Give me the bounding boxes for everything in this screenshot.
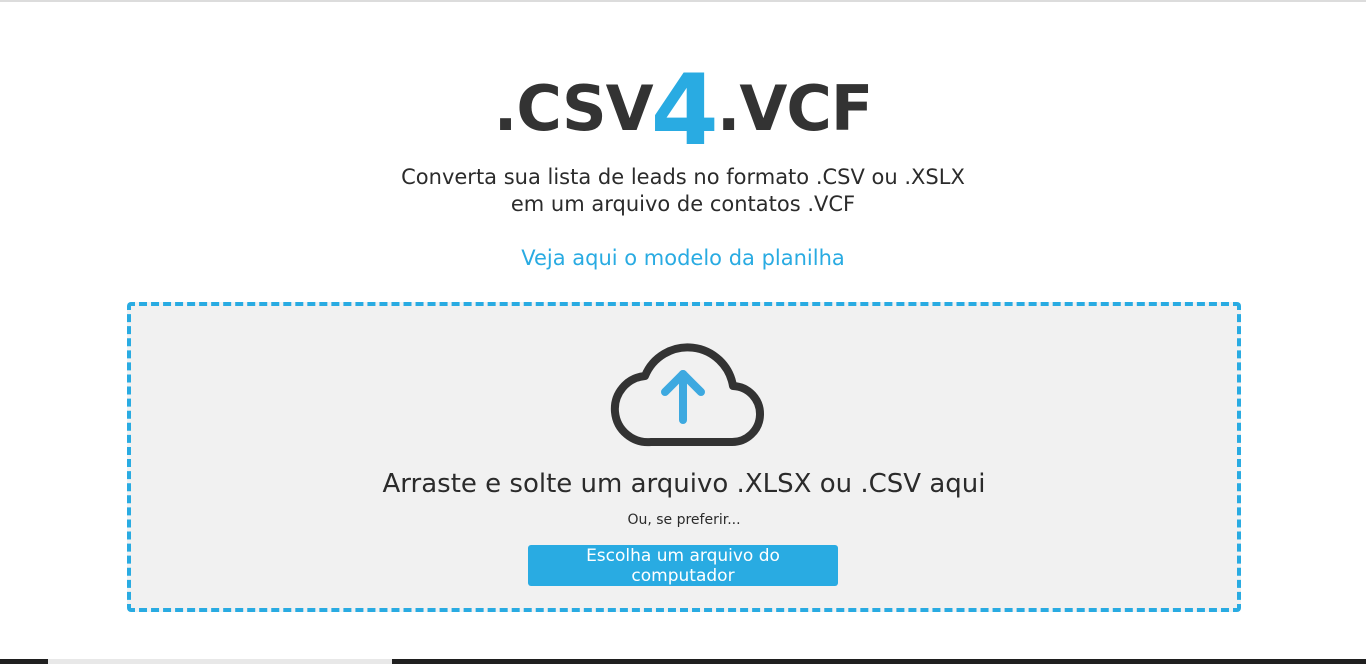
logo-prefix: .CSV: [493, 72, 654, 145]
dropzone-title: Arraste e solte um arquivo .XLSX ou .CSV…: [382, 469, 986, 499]
file-dropzone[interactable]: Arraste e solte um arquivo .XLSX ou .CSV…: [127, 302, 1241, 612]
top-divider: [0, 0, 1366, 2]
bottom-bar-segment: [48, 659, 392, 664]
cloud-upload-icon: [610, 343, 764, 447]
dropzone-or-text: Ou, se preferir...: [627, 512, 741, 528]
logo-suffix: .VCF: [716, 72, 873, 145]
logo-number: 4: [650, 54, 719, 168]
page-subtitle: Converta sua lista de leads no formato .…: [401, 165, 965, 216]
choose-file-button[interactable]: Escolha um arquivo do computador: [528, 545, 838, 586]
spreadsheet-template-link[interactable]: Veja aqui o modelo da planilha: [0, 246, 1366, 270]
site-logo: .CSV4.VCF: [0, 48, 1366, 160]
